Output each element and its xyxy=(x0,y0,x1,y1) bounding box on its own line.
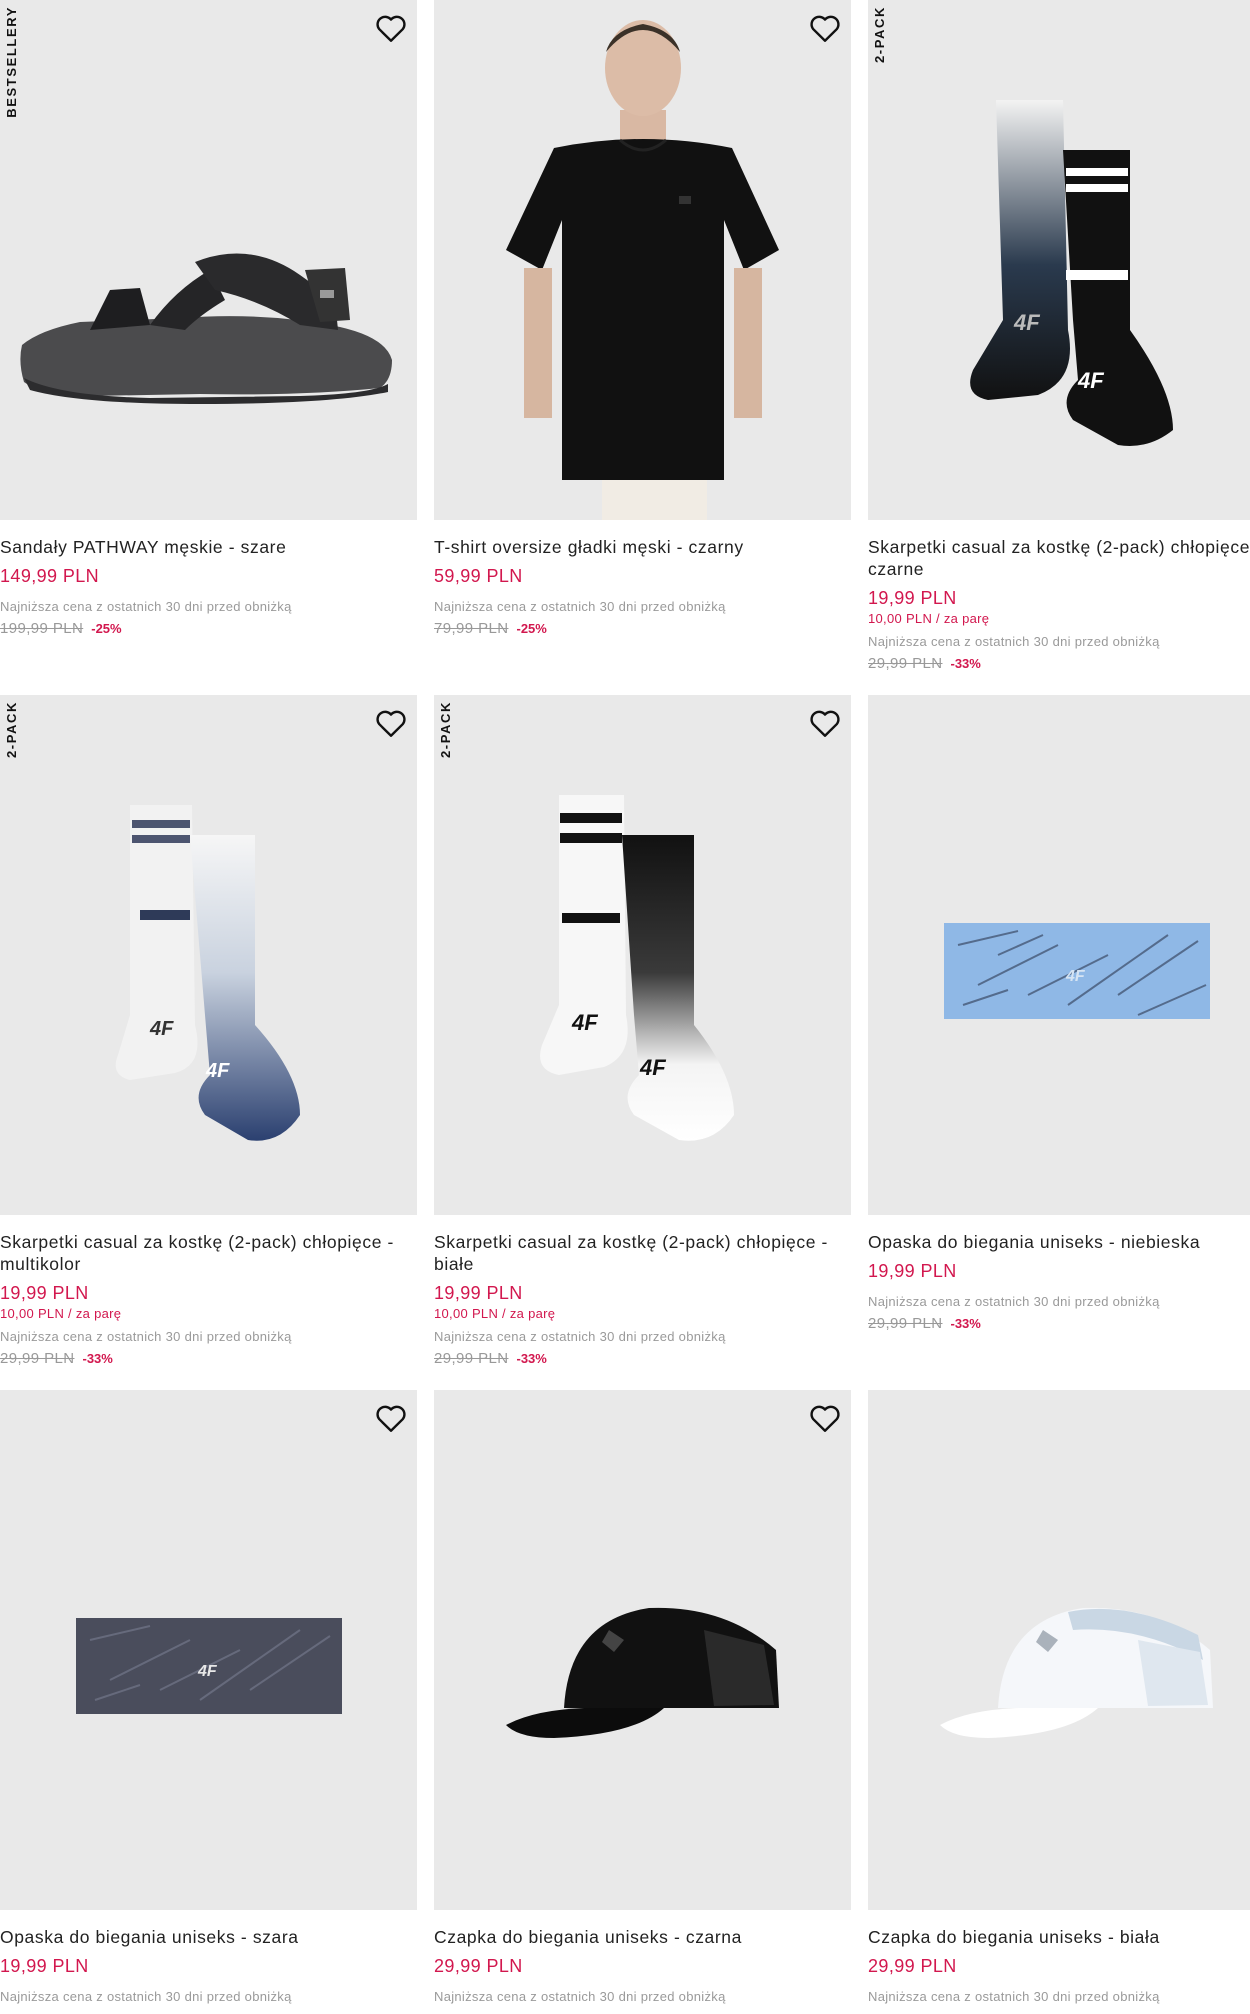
socks-navy-image: 4F 4F xyxy=(115,805,300,1141)
old-price-row: 29,99 PLN -33% xyxy=(434,1350,851,1367)
product-card[interactable]: 4F 4F 2-PACK Skarpetki casual za kostkę … xyxy=(434,695,851,1367)
discount-label: -33% xyxy=(950,656,981,671)
old-price-row: 199,99 PLN -25% xyxy=(0,620,417,637)
lowest-price-note: Najniższa cena z ostatnich 30 dni przed … xyxy=(434,599,726,614)
product-image[interactable] xyxy=(434,1390,851,1910)
discount-label: -25% xyxy=(516,621,547,636)
lowest-price-note: Najniższa cena z ostatnich 30 dni przed … xyxy=(868,1989,1160,2004)
svg-text:4F: 4F xyxy=(1065,968,1086,985)
svg-text:4F: 4F xyxy=(639,1055,666,1080)
tshirt-image xyxy=(506,20,779,520)
product-price: 19,99 PLN xyxy=(0,1283,89,1303)
heart-outline-icon[interactable] xyxy=(373,10,409,46)
product-card[interactable]: 4F 4F 2-PACK Skarpetki casual za kostkę … xyxy=(0,695,417,1367)
product-image[interactable] xyxy=(434,0,851,520)
badge-bestseller: BESTSELLERY xyxy=(4,6,19,118)
old-price: 199,99 PLN xyxy=(0,620,84,637)
product-card[interactable]: 4F 4F 2-PACK Skarpetki casual za kostkę … xyxy=(868,0,1250,672)
old-price-row: 29,99 PLN -33% xyxy=(868,1315,1250,1332)
badge-2-pack: 2-PACK xyxy=(438,701,453,759)
lowest-price-note: Najniższa cena z ostatnich 30 dni przed … xyxy=(0,599,292,614)
product-name[interactable]: Skarpetki casual za kostkę (2-pack) chło… xyxy=(0,1231,417,1275)
product-name[interactable]: Opaska do biegania uniseks - szara xyxy=(0,1926,417,1948)
discount-label: -33% xyxy=(82,1351,113,1366)
svg-text:4F: 4F xyxy=(205,1060,230,1082)
product-price: 19,99 PLN xyxy=(868,1261,957,1281)
product-price: 19,99 PLN xyxy=(868,588,957,608)
product-price: 19,99 PLN xyxy=(0,1956,89,1976)
socks-white-image: 4F 4F xyxy=(540,795,734,1141)
product-price: 19,99 PLN xyxy=(434,1283,523,1303)
product-image[interactable]: 4F 4F 2-PACK xyxy=(868,0,1250,520)
svg-text:4F: 4F xyxy=(1013,310,1040,335)
svg-text:4F: 4F xyxy=(149,1018,174,1040)
unit-price: 10,00 PLN / za parę xyxy=(868,611,990,626)
product-card[interactable]: 4F Opaska do biegania uniseks - niebiesk… xyxy=(868,695,1250,1332)
heart-outline-icon[interactable] xyxy=(373,705,409,741)
product-name[interactable]: Skarpetki casual za kostkę (2-pack) chło… xyxy=(868,536,1250,580)
old-price: 29,99 PLN xyxy=(868,655,943,672)
product-image[interactable]: 4F 4F 2-PACK xyxy=(434,695,851,1215)
socks-black-image: 4F 4F xyxy=(970,100,1173,446)
svg-text:4F: 4F xyxy=(197,1663,218,1680)
product-card[interactable]: Czapka do biegania uniseks - czarna 29,9… xyxy=(434,1390,851,2004)
product-name[interactable]: Czapka do biegania uniseks - biała xyxy=(868,1926,1250,1948)
product-price: 59,99 PLN xyxy=(434,566,523,586)
product-name[interactable]: Sandały PATHWAY męskie - szare xyxy=(0,536,417,558)
unit-price: 10,00 PLN / za parę xyxy=(0,1306,122,1321)
old-price: 79,99 PLN xyxy=(434,620,509,637)
product-card[interactable]: Czapka do biegania uniseks - biała 29,99… xyxy=(868,1390,1250,2004)
discount-label: -33% xyxy=(516,1351,547,1366)
discount-label: -33% xyxy=(950,1316,981,1331)
product-price: 29,99 PLN xyxy=(434,1956,523,1976)
product-image[interactable] xyxy=(868,1390,1250,1910)
product-name[interactable]: T-shirt oversize gładki męski - czarny xyxy=(434,536,851,558)
headband-blue-image: 4F xyxy=(944,923,1210,1019)
cap-white-image xyxy=(940,1607,1213,1738)
lowest-price-note: Najniższa cena z ostatnich 30 dni przed … xyxy=(0,1329,292,1344)
lowest-price-note: Najniższa cena z ostatnich 30 dni przed … xyxy=(868,634,1160,649)
product-image[interactable]: BESTSELLERY xyxy=(0,0,417,520)
sandal-image xyxy=(20,253,393,404)
badge-2-pack: 2-PACK xyxy=(4,701,19,759)
lowest-price-note: Najniższa cena z ostatnich 30 dni przed … xyxy=(434,1989,726,2004)
old-price-row: 79,99 PLN -25% xyxy=(434,620,851,637)
product-name[interactable]: Czapka do biegania uniseks - czarna xyxy=(434,1926,851,1948)
old-price: 29,99 PLN xyxy=(434,1350,509,1367)
headband-grey-image: 4F xyxy=(76,1618,342,1714)
product-price: 29,99 PLN xyxy=(868,1956,957,1976)
old-price: 29,99 PLN xyxy=(868,1315,943,1332)
lowest-price-note: Najniższa cena z ostatnich 30 dni przed … xyxy=(0,1989,292,2004)
lowest-price-note: Najniższa cena z ostatnich 30 dni przed … xyxy=(434,1329,726,1344)
product-image[interactable]: 4F xyxy=(868,695,1250,1215)
product-grid: BESTSELLERY Sandały PATHWAY męskie - sza… xyxy=(0,0,1250,2014)
heart-outline-icon[interactable] xyxy=(807,10,843,46)
old-price-row: 29,99 PLN -33% xyxy=(0,1350,417,1367)
lowest-price-note: Najniższa cena z ostatnich 30 dni przed … xyxy=(868,1294,1160,1309)
product-card[interactable]: T-shirt oversize gładki męski - czarny 5… xyxy=(434,0,851,637)
svg-text:4F: 4F xyxy=(1077,368,1104,393)
heart-outline-icon[interactable] xyxy=(807,705,843,741)
product-image[interactable]: 4F xyxy=(0,1390,417,1910)
unit-price: 10,00 PLN / za parę xyxy=(434,1306,556,1321)
product-card[interactable]: 4F Opaska do biegania uniseks - szara 19… xyxy=(0,1390,417,2004)
heart-outline-icon[interactable] xyxy=(373,1400,409,1436)
product-price: 149,99 PLN xyxy=(0,566,100,586)
heart-outline-icon[interactable] xyxy=(807,1400,843,1436)
old-price: 29,99 PLN xyxy=(0,1350,75,1367)
product-image[interactable]: 4F 4F 2-PACK xyxy=(0,695,417,1215)
discount-label: -25% xyxy=(91,621,122,636)
product-name[interactable]: Opaska do biegania uniseks - niebieska xyxy=(868,1231,1250,1253)
product-card[interactable]: BESTSELLERY Sandały PATHWAY męskie - sza… xyxy=(0,0,417,637)
badge-2-pack: 2-PACK xyxy=(872,6,887,64)
old-price-row: 29,99 PLN -33% xyxy=(868,655,1250,672)
product-name[interactable]: Skarpetki casual za kostkę (2-pack) chło… xyxy=(434,1231,851,1275)
cap-black-image xyxy=(506,1607,779,1738)
svg-text:4F: 4F xyxy=(571,1010,598,1035)
